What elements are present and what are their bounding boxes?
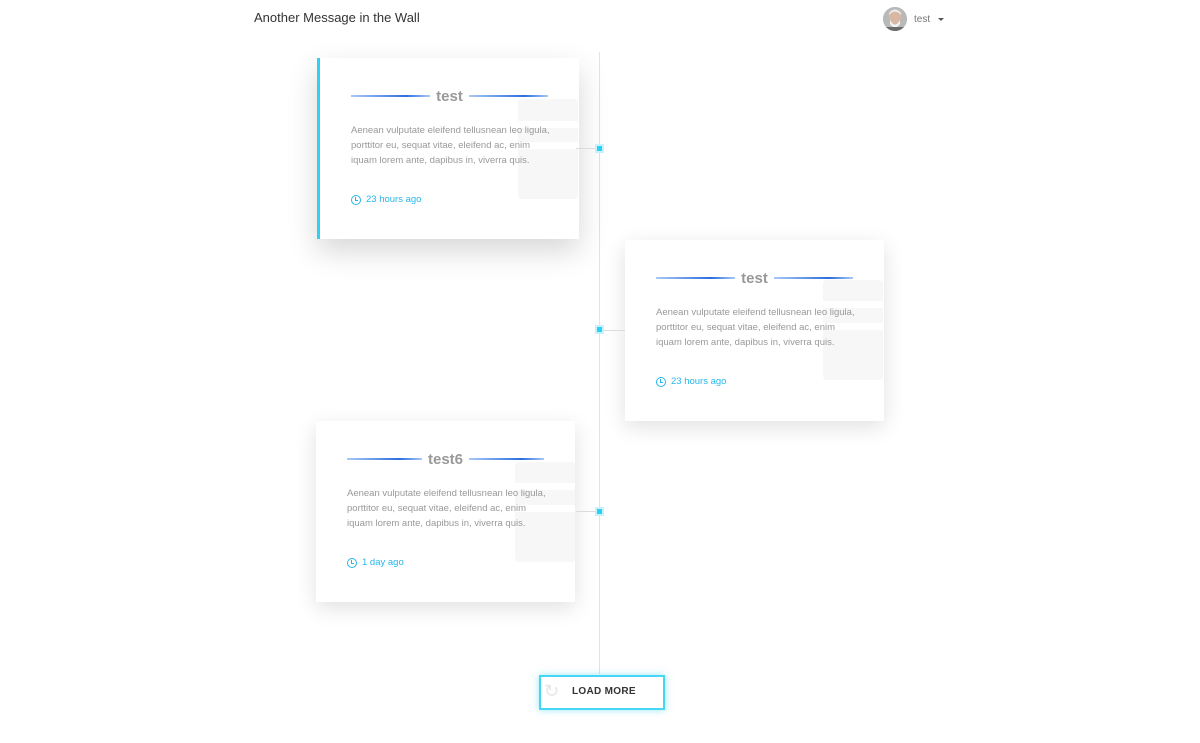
clock-icon bbox=[351, 194, 361, 205]
post-body: Aenean vulputate eleifend tellusnean leo… bbox=[656, 307, 855, 348]
card-connector bbox=[576, 511, 598, 512]
chevron-down-icon[interactable] bbox=[938, 18, 945, 21]
post-body: Aenean vulputate eleifend tellusnean leo… bbox=[351, 125, 550, 166]
title-divider bbox=[347, 458, 422, 460]
timeline-dot bbox=[597, 327, 602, 332]
load-more-label: LOAD MORE bbox=[572, 686, 636, 697]
refresh-icon: ↻ bbox=[544, 681, 560, 701]
avatar[interactable] bbox=[883, 7, 907, 31]
post-card[interactable]: test Aenean vulputate eleifend tellusnea… bbox=[317, 58, 579, 239]
load-more-button[interactable]: ↻ LOAD MORE bbox=[539, 675, 665, 710]
post-title-row: test bbox=[656, 268, 853, 288]
navbar: Another Message in the Wall test bbox=[0, 0, 1200, 40]
post-card[interactable]: test6 Aenean vulputate eleifend tellusne… bbox=[316, 421, 575, 602]
post-title: test bbox=[436, 87, 463, 105]
title-divider bbox=[468, 95, 548, 97]
post-card[interactable]: test Aenean vulputate eleifend tellusnea… bbox=[625, 240, 884, 421]
timeline-dot bbox=[597, 146, 602, 151]
post-title: test6 bbox=[427, 450, 464, 468]
title-divider bbox=[773, 277, 853, 279]
post-title-row: test bbox=[351, 86, 548, 106]
user-menu[interactable]: test bbox=[883, 6, 945, 32]
post-body: Aenean vulputate eleifend tellusnean leo… bbox=[347, 488, 546, 529]
user-name[interactable]: test bbox=[914, 14, 930, 25]
post-timestamp: 23 hours ago bbox=[656, 376, 726, 387]
post-time: 1 day ago bbox=[362, 557, 404, 568]
card-connector bbox=[576, 148, 598, 149]
title-divider bbox=[656, 277, 736, 279]
post-title-row: test6 bbox=[347, 449, 544, 469]
post-timestamp: 1 day ago bbox=[347, 557, 404, 568]
brand-title[interactable]: Another Message in the Wall bbox=[254, 10, 420, 25]
clock-icon bbox=[656, 376, 666, 387]
post-time: 23 hours ago bbox=[366, 194, 422, 205]
timeline-dot bbox=[597, 509, 602, 514]
post-time: 23 hours ago bbox=[671, 376, 727, 387]
post-title: test bbox=[741, 269, 768, 287]
title-divider bbox=[351, 95, 431, 97]
clock-icon bbox=[347, 557, 357, 568]
card-connector bbox=[601, 330, 625, 331]
post-timestamp: 23 hours ago bbox=[351, 194, 421, 205]
title-divider bbox=[469, 458, 544, 460]
